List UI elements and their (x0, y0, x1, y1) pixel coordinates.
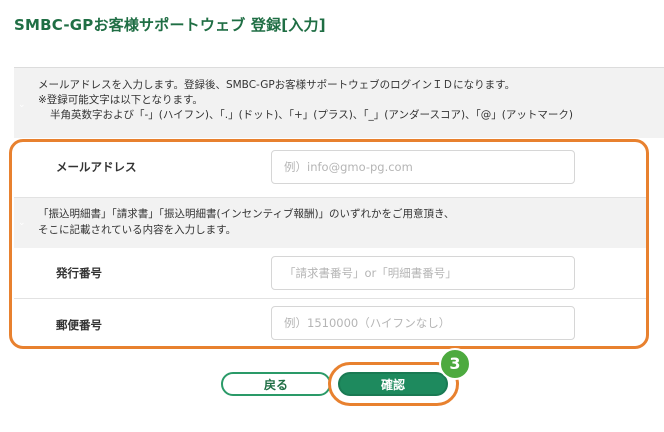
email-notice: ⌄ メールアドレスを入力します。登録後、SMBC-GPお客様サポートウェブのログ… (14, 68, 664, 138)
postal-code-label: 郵便番号 (56, 318, 102, 332)
confirm-button[interactable]: 確認 (338, 372, 448, 396)
invoice-note-line-2: そこに記載されている内容を入力します。 (38, 224, 237, 236)
invoice-note: ⌄ 「振込明細書」「請求書」「振込明細書(インセンティブ報酬)」のいずれかをご用… (14, 198, 646, 248)
notch-icon: ⌄ (18, 218, 26, 228)
issue-number-input[interactable] (271, 256, 575, 290)
email-input[interactable] (271, 150, 575, 184)
issue-number-label: 発行番号 (56, 266, 102, 280)
page-title: SMBC-GPお客様サポートウェブ 登録[入力] (14, 16, 326, 34)
notice-line-2: ※登録可能文字は以下となります。 (38, 94, 203, 106)
notice-line-1: メールアドレスを入力します。登録後、SMBC-GPお客様サポートウェブのログイン… (38, 79, 516, 91)
row-separator (14, 298, 646, 299)
email-label: メールアドレス (56, 160, 137, 174)
back-button[interactable]: 戻る (221, 372, 331, 396)
postal-code-input[interactable] (271, 306, 575, 340)
step-badge: 3 (439, 348, 471, 380)
notice-line-3: 半角英数字および「-」(ハイフン)、「.」(ドット)、「+」(プラス)、「_」(… (50, 109, 573, 121)
notch-icon: ⌄ (18, 100, 26, 110)
invoice-note-line-1: 「振込明細書」「請求書」「振込明細書(インセンティブ報酬)」のいずれかをご用意頂… (38, 208, 455, 220)
